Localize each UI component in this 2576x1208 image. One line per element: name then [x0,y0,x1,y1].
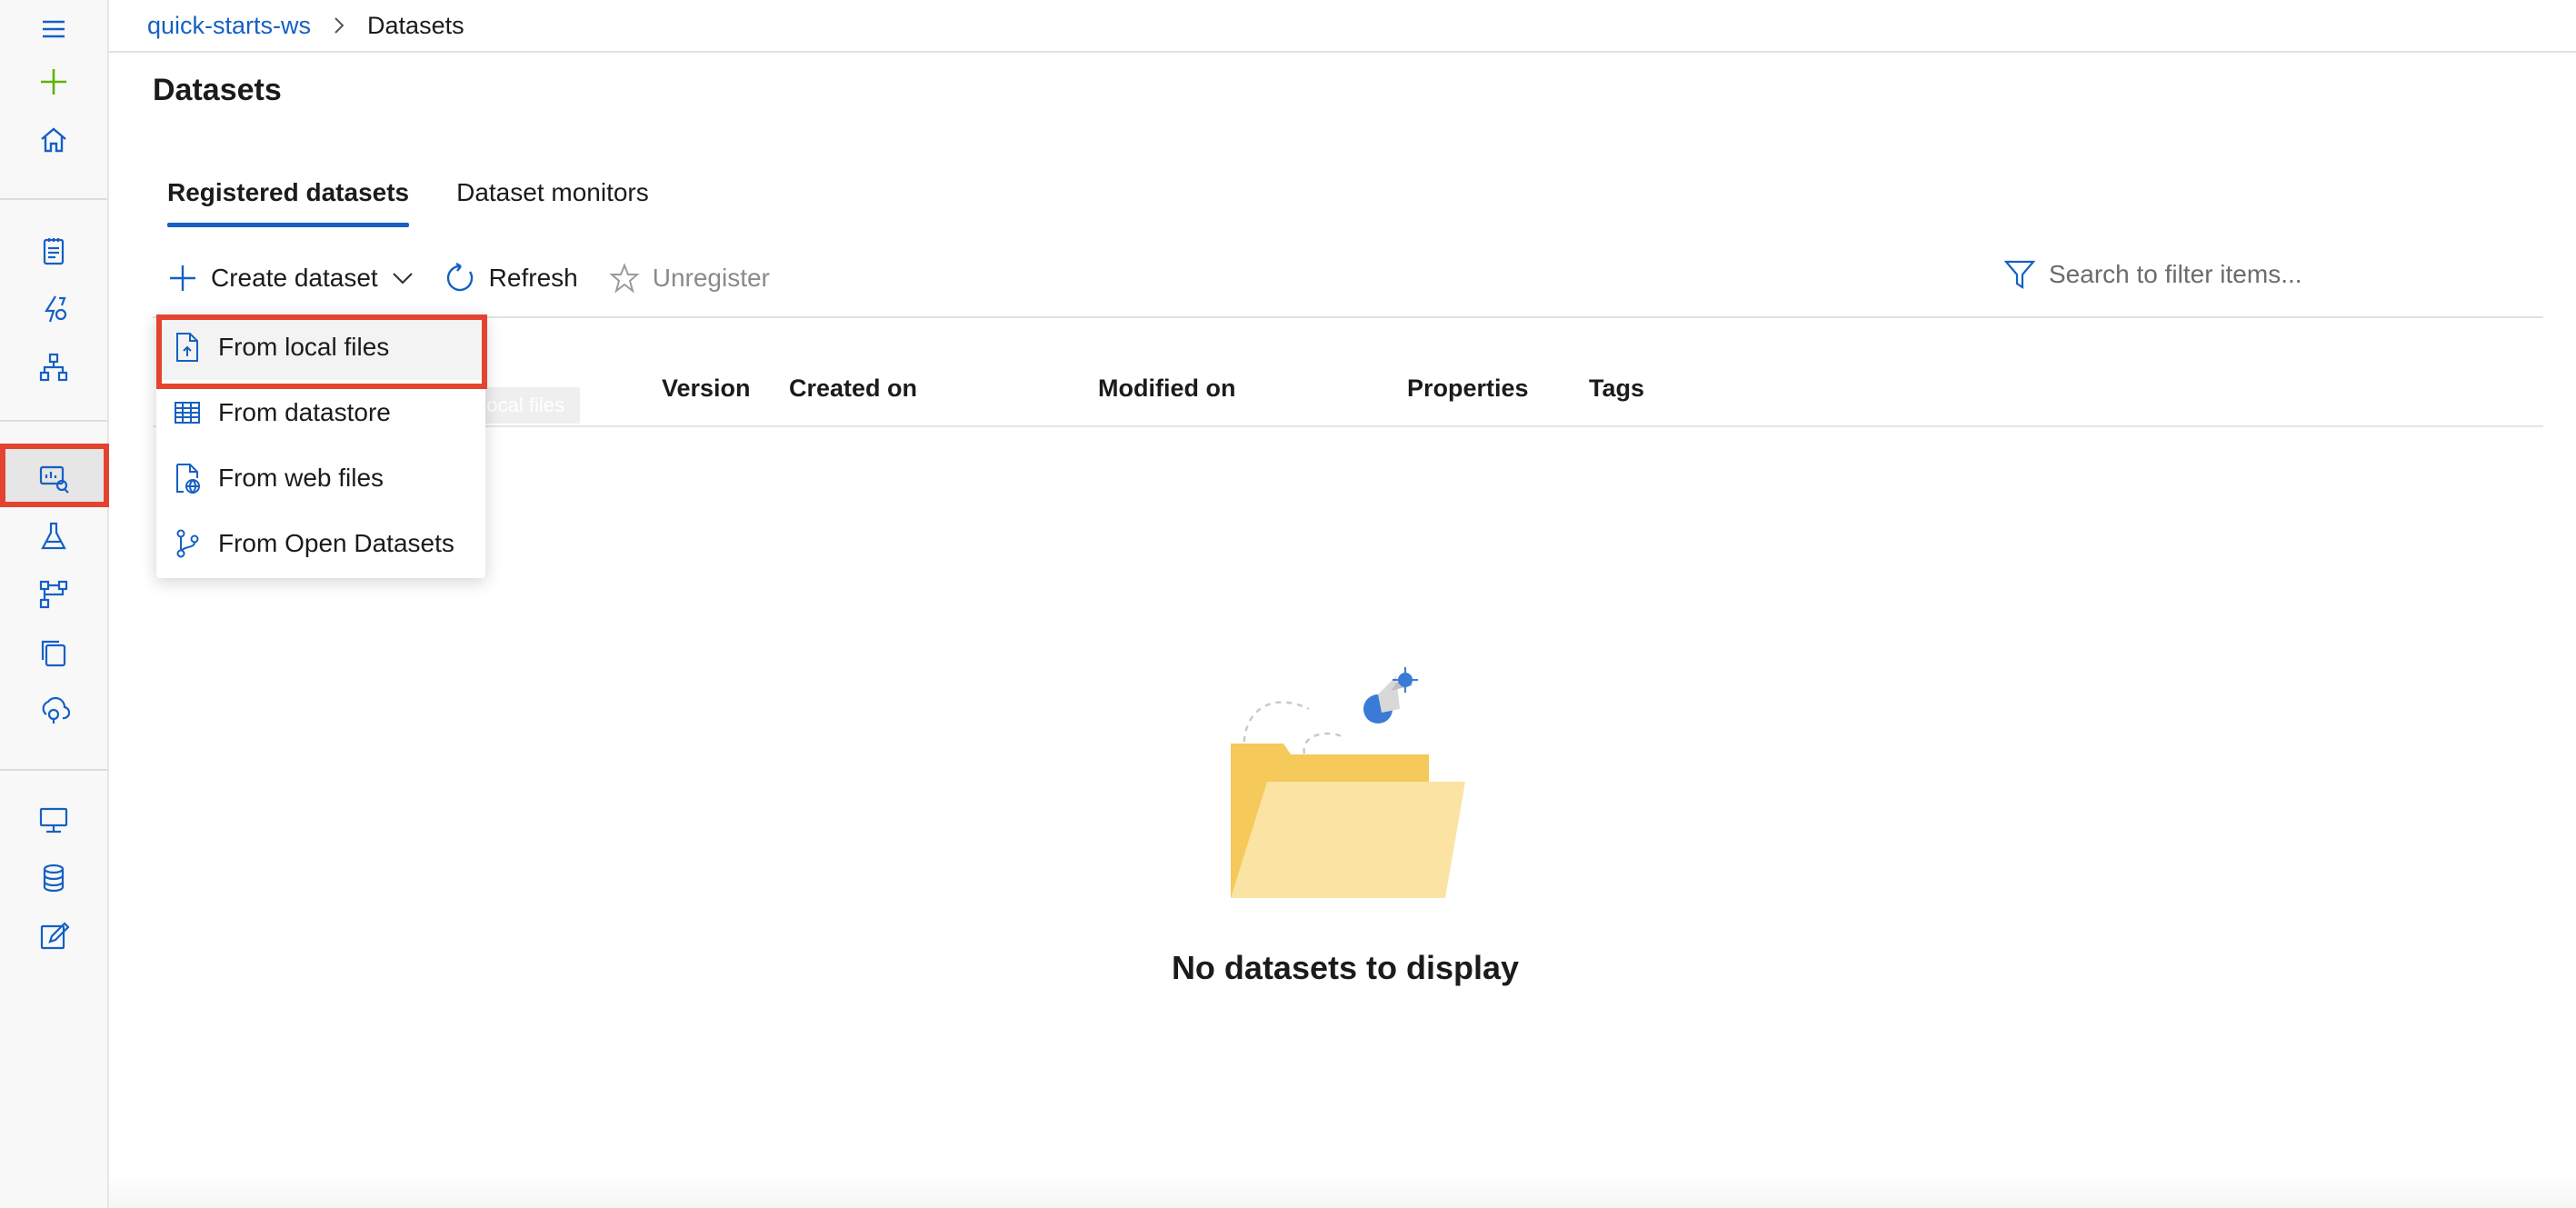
refresh-button[interactable]: Refresh [445,263,578,294]
refresh-label: Refresh [488,264,578,292]
page-title: Datasets [153,73,282,107]
menu-item-from-web-files[interactable]: From web files [156,445,485,511]
create-dataset-button[interactable]: Create dataset [167,263,414,294]
column-header-version[interactable]: Version [662,374,751,403]
new-icon[interactable] [0,53,107,111]
search-placeholder: Search to filter items... [2049,260,2302,288]
datasets-icon[interactable] [0,449,107,507]
column-header-properties[interactable]: Properties [1407,374,1529,403]
labeling-icon[interactable] [0,907,107,965]
header-divider [153,425,2543,427]
menu-item-from-open-datasets[interactable]: From Open Datasets [156,511,485,576]
menu-item-from-datastore[interactable]: From datastore [156,380,485,445]
filter-icon [2003,260,2036,290]
empty-state-message: No datasets to display [1171,949,1520,986]
breadcrumb-workspace-link[interactable]: quick-starts-ws [147,12,311,40]
models-icon[interactable] [0,624,107,682]
left-nav-rail [0,0,109,1208]
plus-icon [170,265,195,291]
bottom-fade [109,1172,2576,1208]
column-header-modified-on[interactable]: Modified on [1098,374,1235,403]
chevron-right-icon [333,16,345,35]
refresh-icon [446,263,473,292]
breadcrumb-current: Datasets [367,11,464,39]
unregister-label: Unregister [652,264,770,292]
tab-registered-datasets[interactable]: Registered datasets [167,178,410,227]
tab-dataset-monitors[interactable]: Dataset monitors [456,178,649,227]
menu-item-label: From datastore [218,398,391,426]
search-box[interactable]: Search to filter items... [2003,255,2512,295]
branch-icon [176,529,199,558]
tab-bar: Registered datasets Dataset monitors [167,178,696,227]
unregister-button[interactable]: Unregister [609,263,770,294]
web-file-icon [176,464,200,494]
column-header-tags[interactable]: Tags [1589,374,1644,403]
endpoints-icon[interactable] [0,682,107,740]
column-header-created-on[interactable]: Created on [789,374,917,403]
designer-icon[interactable] [0,338,107,396]
menu-item-label: From local files [218,333,390,361]
star-icon [609,263,640,294]
compute-icon[interactable] [0,791,107,849]
command-bar: Create dataset Refresh Unregister [167,258,801,298]
upload-file-icon [176,333,198,362]
datastores-icon[interactable] [0,849,107,907]
empty-folder-illustration [1231,667,1465,898]
automl-icon[interactable] [0,280,107,338]
breadcrumb: quick-starts-ws Datasets [109,0,2576,53]
table-icon [175,402,200,424]
rail-divider [0,769,107,771]
chevron-down-icon [392,273,413,285]
experiments-icon[interactable] [0,507,107,565]
home-icon[interactable] [0,111,107,169]
menu-item-label: From Open Datasets [218,529,454,557]
toolbar-divider [153,316,2543,318]
create-dataset-menu: From local files From datastore From web… [156,314,485,578]
menu-icon[interactable] [0,0,107,58]
menu-item-from-local-files[interactable]: From local files [156,314,485,380]
rail-divider [0,420,107,422]
menu-item-label: From web files [218,464,384,492]
notebook-icon[interactable] [0,222,107,280]
rail-divider [0,198,107,200]
pipelines-icon[interactable] [0,565,107,624]
create-dataset-label: Create dataset [211,264,378,292]
